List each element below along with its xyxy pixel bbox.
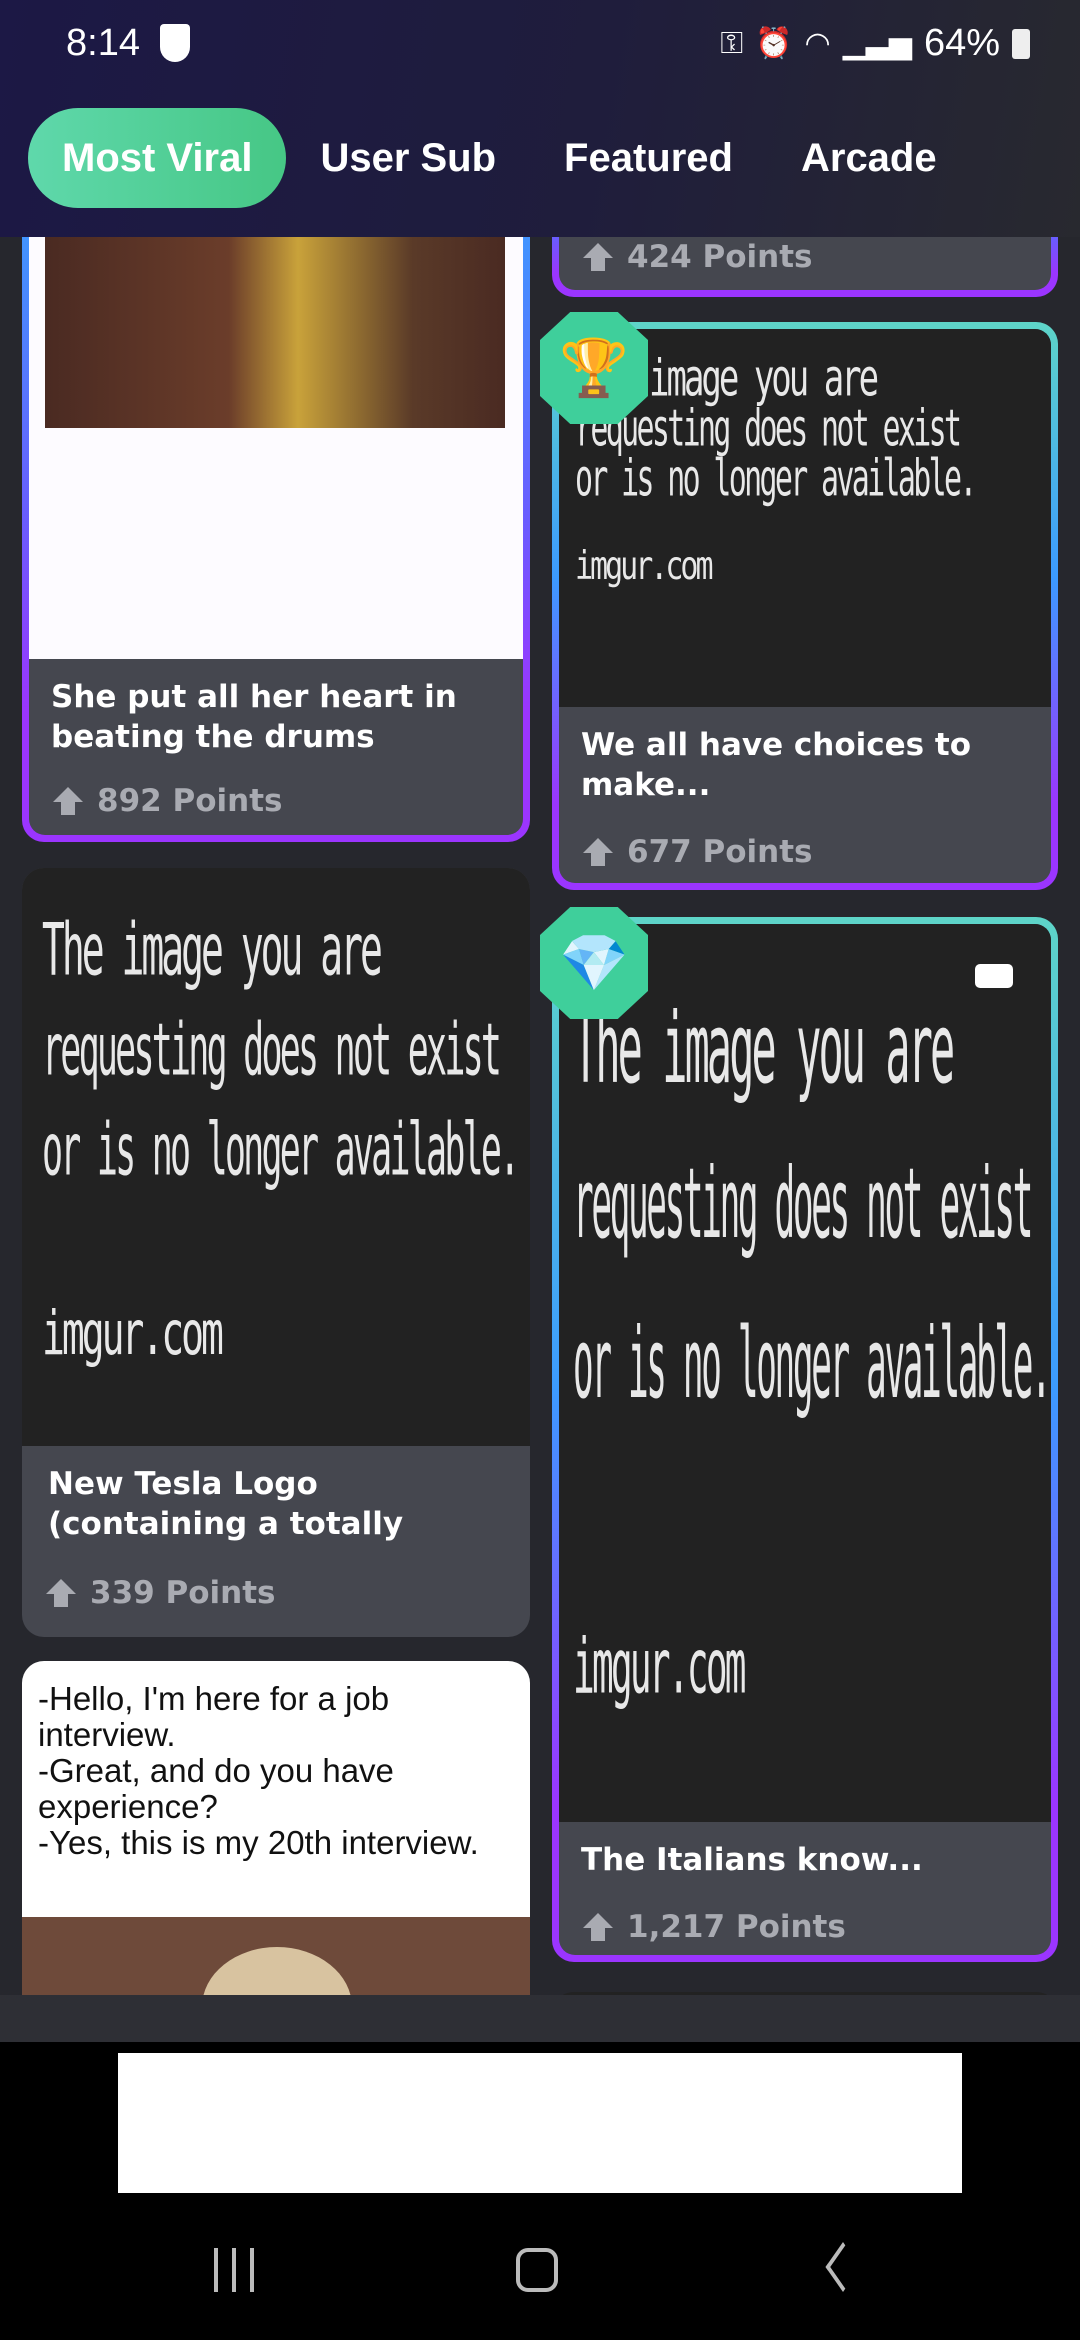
status-time: 8:14 <box>66 22 140 64</box>
post-title: We all have choices to make... <box>581 727 972 803</box>
battery-percent: 64% <box>923 22 1000 64</box>
upvote-icon <box>53 787 83 815</box>
post-title: New Tesla Logo (containing a totally <box>48 1466 404 1542</box>
upvote-icon <box>583 838 613 866</box>
key-icon: ⚿ <box>720 26 744 60</box>
wifi-icon: ◠ <box>804 27 831 60</box>
tab-most-viral[interactable]: Most Viral <box>28 108 287 208</box>
post-image <box>29 207 523 659</box>
post-points: 892 Points <box>53 783 283 819</box>
post-image: -Hello, I'm here for a job interview. -Gre… <box>38 1680 479 1861</box>
recent-apps-button[interactable] <box>214 2248 254 2292</box>
post-title: The Italians know... <box>581 1842 923 1878</box>
post-points: 677 Points <box>583 834 813 870</box>
trophy-icon: 🏆 <box>540 312 648 424</box>
shield-icon <box>160 24 190 62</box>
post-card[interactable]: The image you are requesting does not ex… <box>22 868 530 1637</box>
signal-icon: ▁▃▅ <box>842 27 912 60</box>
post-image: The image you are requesting does not ex… <box>559 924 1051 1822</box>
post-points: 339 Points <box>46 1575 276 1611</box>
diamond-icon: 💎 <box>540 907 648 1019</box>
tab-bar: Most Viral User Sub Featured Arcade <box>28 108 971 208</box>
tab-arcade[interactable]: Arcade <box>767 108 971 208</box>
status-bar: 8:14 ⚿ ⏰ ◠ ▁▃▅ 64% <box>0 18 1080 78</box>
upvote-icon <box>583 1913 613 1941</box>
tab-featured[interactable]: Featured <box>530 108 767 208</box>
tab-user-sub[interactable]: User Sub <box>286 108 530 208</box>
upvote-icon <box>583 243 613 271</box>
home-button[interactable] <box>516 2248 558 2292</box>
upvote-icon <box>46 1579 76 1607</box>
alarm-icon: ⏰ <box>755 27 793 60</box>
post-image: The image you are requesting does not ex… <box>22 868 530 1446</box>
post-card[interactable]: She put all her heart in beating the dru… <box>22 200 530 842</box>
ad-banner[interactable] <box>118 2053 962 2193</box>
battery-icon <box>1012 28 1030 59</box>
post-points: 1,217 Points <box>583 1909 846 1945</box>
post-title: She put all her heart in beating the dru… <box>51 679 457 755</box>
post-points: 424 Points <box>583 239 813 275</box>
post-card[interactable]: The image you are requesting does not ex… <box>552 917 1058 1962</box>
video-icon <box>975 964 1013 988</box>
bottom-bar <box>0 1995 1080 2042</box>
header: 8:14 ⚿ ⏰ ◠ ▁▃▅ 64% Most Viral User Sub F… <box>0 0 1080 237</box>
